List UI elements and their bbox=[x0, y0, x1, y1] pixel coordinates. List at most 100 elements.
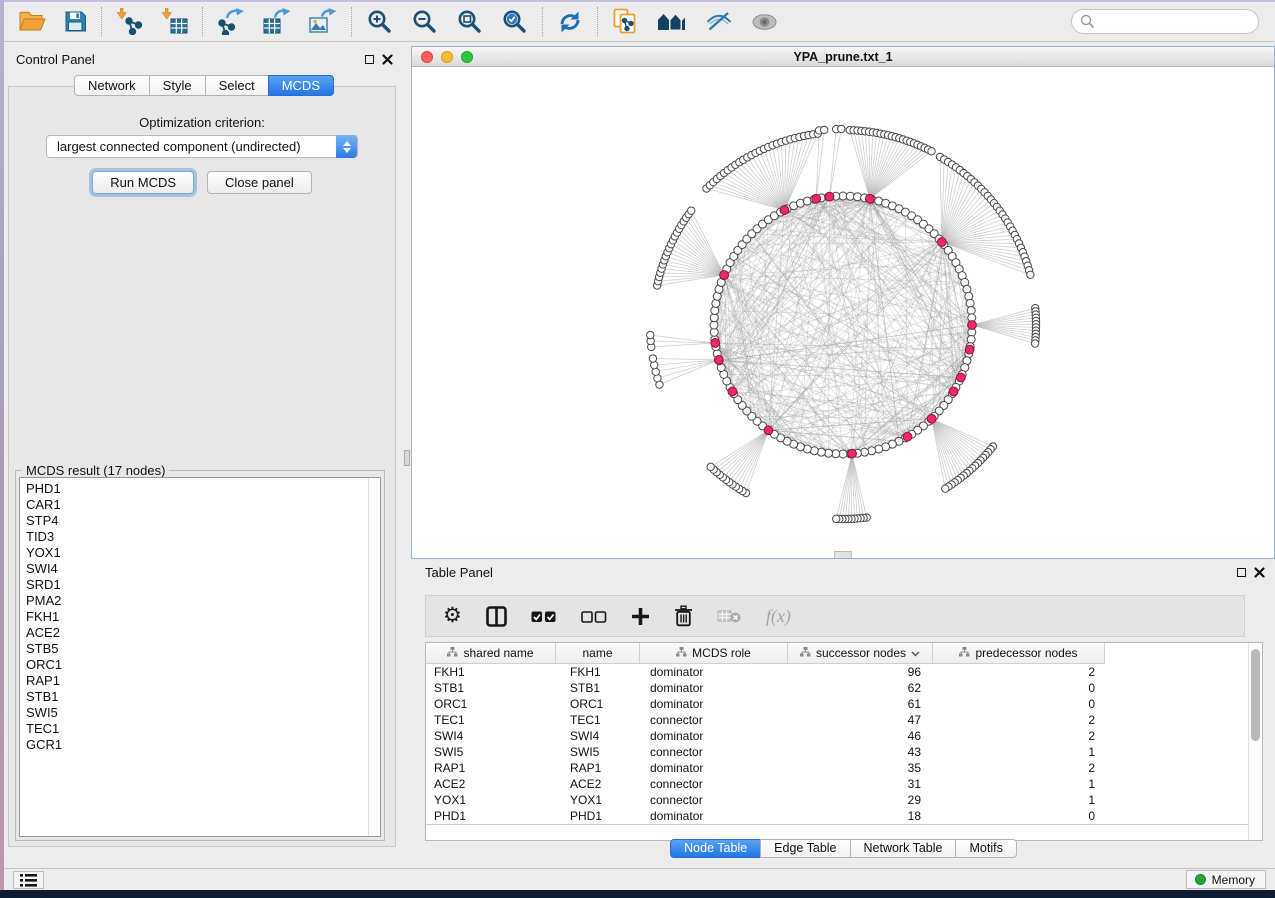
tab-network[interactable]: Network bbox=[74, 75, 150, 96]
tab-select[interactable]: Select bbox=[205, 75, 269, 96]
deselect-all-icon[interactable] bbox=[581, 610, 607, 623]
dominator-node[interactable] bbox=[965, 345, 974, 354]
list-item[interactable]: TEC1 bbox=[26, 721, 380, 737]
table-row[interactable]: ORC1ORC1dominator610 bbox=[426, 696, 1249, 712]
table-row[interactable]: TEC1TEC1connector472 bbox=[426, 712, 1249, 728]
tab-network-table[interactable]: Network Table bbox=[850, 839, 957, 858]
zoom-fit-icon[interactable] bbox=[456, 8, 483, 35]
close-panel-button[interactable] bbox=[381, 53, 393, 65]
dominator-node[interactable] bbox=[927, 414, 936, 423]
optimization-criterion-select[interactable]: largest connected component (undirected) bbox=[46, 135, 358, 158]
network-canvas[interactable] bbox=[412, 67, 1274, 558]
list-item[interactable]: STP4 bbox=[26, 513, 380, 529]
dominator-node[interactable] bbox=[956, 373, 965, 382]
list-item[interactable]: FKH1 bbox=[26, 609, 380, 625]
dominator-node[interactable] bbox=[848, 449, 857, 458]
tab-edge-table[interactable]: Edge Table bbox=[760, 839, 850, 858]
leaf-node[interactable] bbox=[649, 355, 656, 362]
table-scrollbar[interactable] bbox=[1248, 643, 1262, 840]
dominator-node[interactable] bbox=[764, 426, 773, 435]
leaf-node[interactable] bbox=[833, 515, 840, 522]
select-all-icon[interactable] bbox=[531, 610, 557, 623]
list-item[interactable]: YOX1 bbox=[26, 545, 380, 561]
network-graph[interactable] bbox=[412, 67, 1275, 558]
status-menu-button[interactable] bbox=[13, 871, 44, 889]
list-item[interactable]: TID3 bbox=[26, 529, 380, 545]
leaf-node[interactable] bbox=[928, 148, 935, 155]
dominator-node[interactable] bbox=[780, 206, 789, 215]
column-header-MCDS-role[interactable]: MCDS role bbox=[640, 643, 788, 663]
show-columns-icon[interactable] bbox=[486, 606, 507, 627]
leaf-node[interactable] bbox=[651, 361, 658, 368]
search-input[interactable] bbox=[1071, 9, 1259, 34]
leaf-node[interactable] bbox=[838, 125, 845, 132]
first-neighbors-icon[interactable] bbox=[657, 12, 687, 32]
list-item[interactable]: ACE2 bbox=[26, 625, 380, 641]
canvas-splitter-grip[interactable] bbox=[834, 551, 852, 558]
leaf-node[interactable] bbox=[1027, 271, 1034, 278]
list-item[interactable]: RAP1 bbox=[26, 673, 380, 689]
export-network-icon[interactable] bbox=[217, 8, 245, 35]
column-header-shared-name[interactable]: shared name bbox=[426, 643, 556, 663]
list-item[interactable]: PMA2 bbox=[26, 593, 380, 609]
node[interactable] bbox=[965, 292, 973, 300]
list-item[interactable]: ORC1 bbox=[26, 657, 380, 673]
list-item[interactable]: CAR1 bbox=[26, 497, 380, 513]
dominator-node[interactable] bbox=[949, 387, 958, 396]
dominator-node[interactable] bbox=[903, 432, 912, 441]
leaf-node[interactable] bbox=[688, 207, 695, 214]
float-panel-button[interactable] bbox=[363, 53, 375, 65]
vertical-splitter[interactable] bbox=[403, 46, 411, 870]
list-item[interactable]: STB5 bbox=[26, 641, 380, 657]
close-panel-button-mcds[interactable]: Close panel bbox=[207, 171, 312, 194]
float-table-panel-button[interactable] bbox=[1235, 566, 1247, 578]
new-network-from-selection-icon[interactable] bbox=[612, 8, 639, 35]
table-row[interactable]: FKH1FKH1dominator962 bbox=[426, 664, 1249, 680]
close-table-panel-button[interactable] bbox=[1253, 566, 1265, 578]
mcds-result-list[interactable]: PHD1CAR1STP4TID3YOX1SWI4SRD1PMA2FKH1ACE2… bbox=[19, 477, 381, 837]
table-row[interactable]: YOX1YOX1connector291 bbox=[426, 792, 1249, 808]
leaf-node[interactable] bbox=[821, 126, 828, 133]
open-session-icon[interactable] bbox=[18, 10, 46, 33]
table-row[interactable]: ACE2ACE2connector311 bbox=[426, 776, 1249, 792]
table-settings-icon[interactable]: ⚙ bbox=[443, 606, 462, 626]
list-item[interactable]: STB1 bbox=[26, 689, 380, 705]
dominator-node[interactable] bbox=[937, 238, 946, 247]
add-column-icon[interactable] bbox=[631, 607, 650, 626]
save-session-icon[interactable] bbox=[64, 10, 87, 33]
zoom-selected-icon[interactable] bbox=[501, 8, 528, 35]
import-table-icon[interactable] bbox=[161, 8, 188, 35]
delete-column-icon[interactable] bbox=[674, 605, 693, 627]
mcds-result-scrollbar[interactable] bbox=[368, 478, 380, 836]
leaf-node[interactable] bbox=[707, 463, 714, 470]
dominator-node[interactable] bbox=[711, 339, 720, 348]
dominator-node[interactable] bbox=[968, 321, 977, 330]
dominator-node[interactable] bbox=[728, 387, 737, 396]
list-item[interactable]: SWI5 bbox=[26, 705, 380, 721]
leaf-node[interactable] bbox=[647, 331, 654, 338]
hide-selected-icon[interactable] bbox=[705, 11, 733, 32]
leaf-node[interactable] bbox=[1031, 340, 1038, 347]
node[interactable] bbox=[712, 299, 720, 307]
node[interactable] bbox=[868, 447, 876, 455]
refresh-layout-icon[interactable] bbox=[557, 9, 583, 35]
node[interactable] bbox=[817, 448, 825, 456]
run-mcds-button[interactable]: Run MCDS bbox=[92, 171, 194, 194]
column-header-successor-nodes[interactable]: successor nodes bbox=[788, 643, 933, 663]
export-table-icon[interactable] bbox=[263, 8, 291, 35]
table-row[interactable]: PHD1PHD1dominator180 bbox=[426, 808, 1249, 824]
tab-motifs[interactable]: Motifs bbox=[955, 839, 1016, 858]
show-all-icon[interactable] bbox=[751, 13, 778, 31]
tab-style[interactable]: Style bbox=[149, 75, 206, 96]
select-spinner-icon[interactable] bbox=[336, 135, 357, 158]
column-header-name[interactable]: name bbox=[556, 643, 640, 663]
memory-button[interactable]: Memory bbox=[1186, 870, 1266, 889]
dominator-node[interactable] bbox=[720, 271, 729, 280]
table-scrollbar-thumb[interactable] bbox=[1251, 649, 1260, 741]
dominator-node[interactable] bbox=[714, 356, 723, 365]
tab-mcds[interactable]: MCDS bbox=[268, 75, 334, 96]
dominator-node[interactable] bbox=[865, 194, 874, 203]
table-row[interactable]: STB1STB1dominator620 bbox=[426, 680, 1249, 696]
dominator-node[interactable] bbox=[825, 192, 834, 201]
table-row[interactable]: SWI4SWI4dominator462 bbox=[426, 728, 1249, 744]
